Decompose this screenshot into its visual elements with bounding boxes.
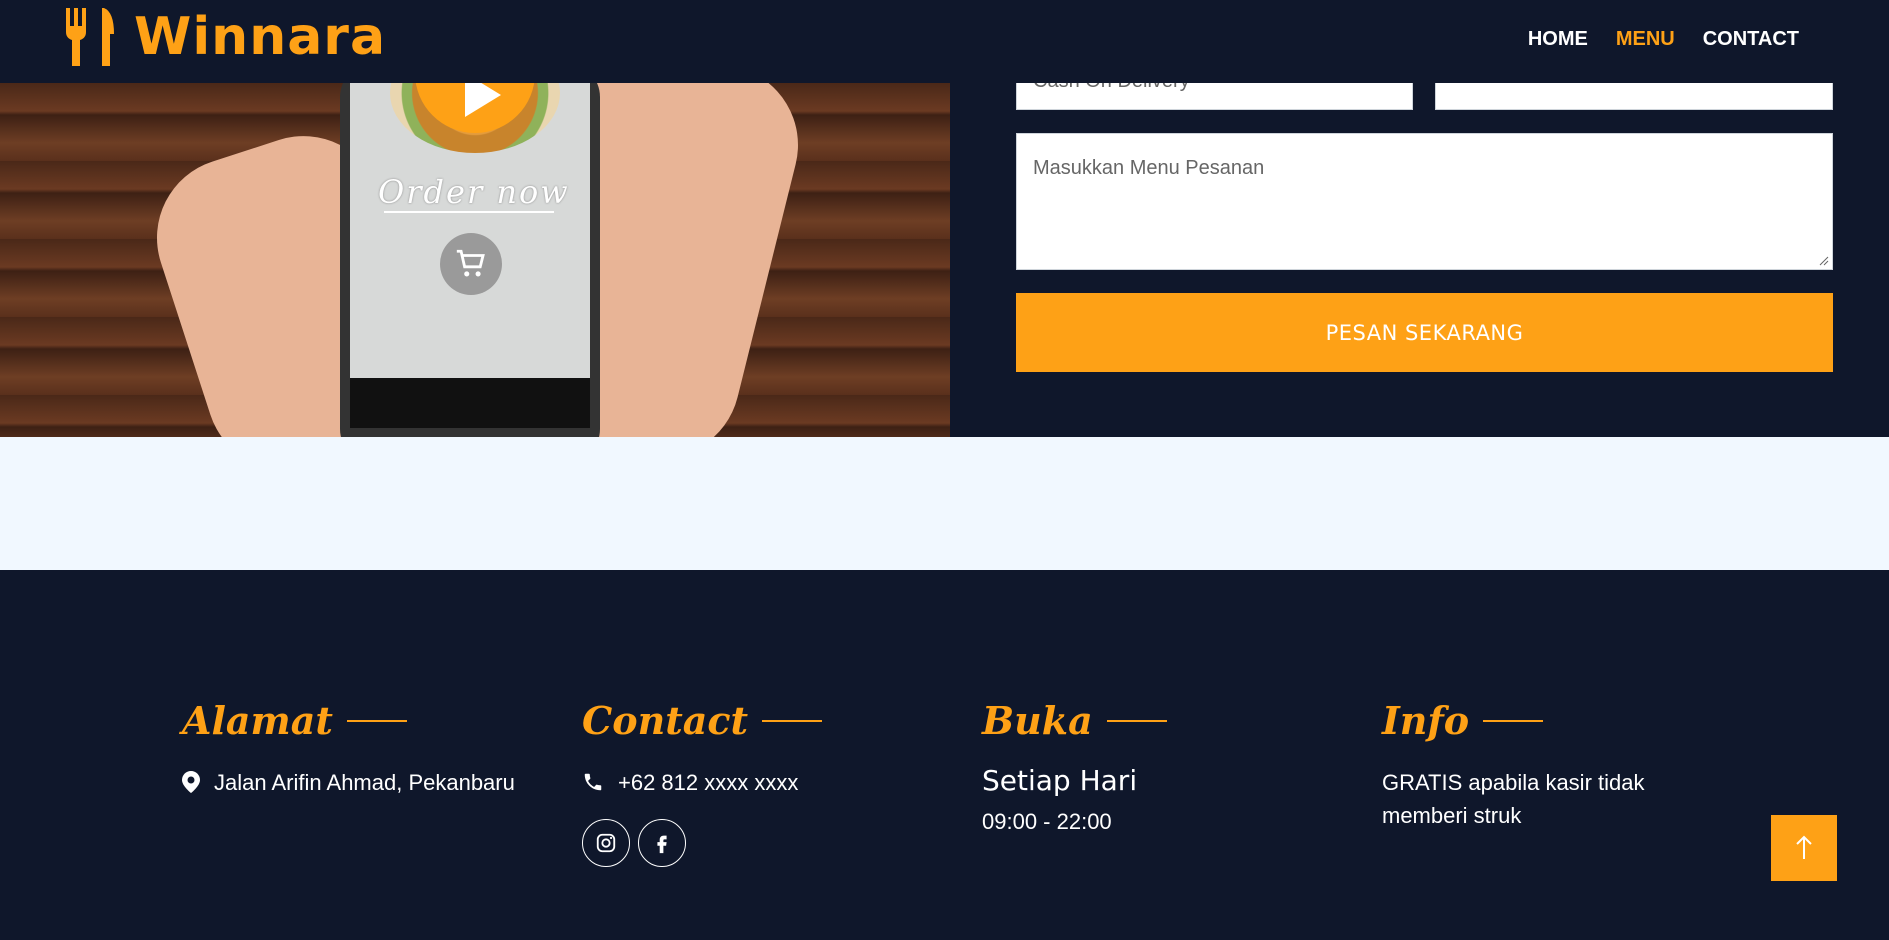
phone-line: +62 812 xxxx xxxx <box>582 766 922 799</box>
address-text: Jalan Arifin Ahmad, Pekanbaru <box>214 770 515 795</box>
title-divider <box>1483 720 1544 722</box>
play-icon <box>465 83 501 117</box>
navbar: Winnara HOME MENU CONTACT <box>0 0 1889 83</box>
facebook-icon <box>657 835 667 854</box>
info-text: GRATIS apabila kasir tidak memberi struk <box>1382 770 1645 828</box>
address-title: Alamat <box>182 698 522 744</box>
hours-title: Buka <box>982 698 1322 744</box>
menu-order-textarea[interactable]: Masukkan Menu Pesanan <box>1016 133 1833 270</box>
map-marker-icon <box>182 771 200 793</box>
phone-screen: Order now <box>350 83 590 413</box>
social-links <box>582 819 922 867</box>
nav-contact[interactable]: CONTACT <box>1703 24 1799 54</box>
nav-menu[interactable]: MENU <box>1616 24 1675 54</box>
address-text-block: Jalan Arifin Ahmad, Pekanbaru <box>182 766 522 799</box>
phone-bezel <box>350 378 590 428</box>
cart-button <box>440 233 502 295</box>
footer-info: Info GRATIS apabila kasir tidak memberi … <box>1382 698 1722 832</box>
title-divider <box>346 720 407 722</box>
hours-day: Setiap Hari <box>982 764 1138 797</box>
title-divider <box>762 720 823 722</box>
menu-order-placeholder: Masukkan Menu Pesanan <box>1033 157 1265 179</box>
hours-time: 09:00 - 22:00 <box>982 809 1112 834</box>
order-section: Order now Cash On Delivery Masukkan Menu… <box>0 73 1889 437</box>
cart-icon <box>456 249 485 277</box>
phone-number: +62 812 xxxx xxxx <box>618 770 799 795</box>
order-now-text: Order now <box>378 173 570 211</box>
instagram-icon <box>596 833 616 853</box>
title-divider <box>1106 720 1167 722</box>
phone-icon <box>584 773 602 791</box>
contact-title-text: Contact <box>582 698 749 743</box>
contact-title: Contact <box>582 698 922 744</box>
hours-title-text: Buka <box>982 698 1093 743</box>
brand-name: Winnara <box>134 7 387 67</box>
facebook-button[interactable] <box>638 819 686 867</box>
light-band <box>0 437 1889 570</box>
arrow-up-icon <box>1796 835 1812 859</box>
main-nav: HOME MENU CONTACT <box>1528 24 1799 54</box>
footer: Alamat Jalan Arifin Ahmad, Pekanbaru Con… <box>0 570 1889 940</box>
nav-home[interactable]: HOME <box>1528 24 1588 54</box>
address-title-text: Alamat <box>182 698 333 743</box>
order-now-button[interactable]: PESAN SEKARANG <box>1016 293 1833 372</box>
phone: Order now <box>340 83 600 437</box>
utensils-icon <box>66 8 114 66</box>
back-to-top-button[interactable] <box>1771 815 1837 881</box>
info-title: Info <box>1382 698 1722 744</box>
footer-contact: Contact +62 812 xxxx xxxx <box>582 698 922 867</box>
footer-address: Alamat Jalan Arifin Ahmad, Pekanbaru <box>182 698 522 799</box>
order-photo: Order now <box>0 83 950 437</box>
brand[interactable]: Winnara <box>64 8 386 66</box>
footer-hours: Buka Setiap Hari 09:00 - 22:00 <box>982 698 1322 835</box>
instagram-button[interactable] <box>582 819 630 867</box>
order-underline <box>384 211 554 213</box>
info-title-text: Info <box>1382 698 1470 743</box>
resize-handle-icon[interactable] <box>1819 256 1829 266</box>
